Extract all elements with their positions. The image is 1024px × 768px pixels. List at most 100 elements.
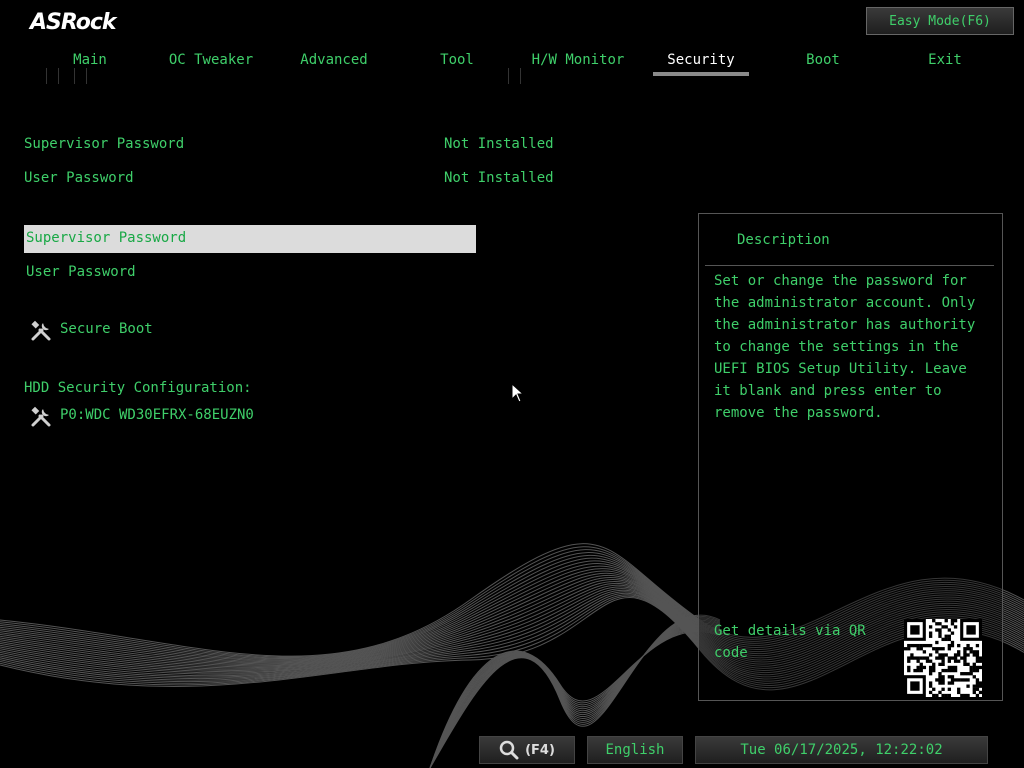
qr-module xyxy=(950,656,955,660)
qr-module xyxy=(972,675,976,679)
qr-module xyxy=(957,690,961,695)
language-button[interactable]: English xyxy=(587,736,683,764)
qr-module xyxy=(969,650,973,654)
qr-module xyxy=(969,647,973,651)
tab-oc-tweaker[interactable]: OC Tweaker xyxy=(166,52,256,78)
qr-module xyxy=(932,693,936,698)
description-panel: Description Set or change the password f… xyxy=(698,213,1003,701)
hdd-security-item[interactable]: P0:WDC WD30EFRX-68EUZN0 xyxy=(60,407,254,423)
qr-module xyxy=(941,625,945,629)
qr-module xyxy=(938,672,942,676)
qr-module xyxy=(925,656,930,660)
qr-module xyxy=(975,659,980,663)
tab-boot[interactable]: Boot xyxy=(798,52,848,78)
tab-divider xyxy=(46,68,47,84)
qr-code-icon xyxy=(904,619,983,698)
qr-module xyxy=(928,653,933,657)
qr-module xyxy=(947,693,951,698)
qr-module xyxy=(938,628,942,632)
qr-module xyxy=(910,643,914,648)
qr-module xyxy=(950,619,955,623)
tab-exit[interactable]: Exit xyxy=(920,52,970,78)
qr-module xyxy=(935,622,939,626)
qr-module xyxy=(919,665,923,670)
datetime-display: Tue 06/17/2025, 12:22:02 xyxy=(695,736,988,764)
qr-module xyxy=(947,647,951,651)
qr-module xyxy=(941,656,945,660)
qr-module xyxy=(975,665,980,670)
tab-main[interactable]: Main xyxy=(64,52,116,78)
qr-module xyxy=(966,647,970,651)
qr-module xyxy=(907,659,911,663)
tab-security[interactable]: Security xyxy=(653,52,749,78)
qr-module xyxy=(975,643,980,648)
qr-module xyxy=(953,656,958,660)
qr-finder-module xyxy=(966,625,976,635)
qr-module xyxy=(925,659,930,663)
qr-module xyxy=(947,643,951,648)
qr-module xyxy=(975,656,980,660)
supervisor-password-status-label: Supervisor Password xyxy=(24,136,185,152)
main-tabs: Main OC Tweaker Advanced Tool H/W Monito… xyxy=(0,52,1024,82)
qr-module xyxy=(944,668,948,673)
qr-module xyxy=(919,656,923,660)
qr-module xyxy=(925,643,930,648)
qr-module xyxy=(972,653,976,657)
qr-module xyxy=(972,690,976,695)
qr-module xyxy=(950,631,955,635)
tab-hw-monitor[interactable]: H/W Monitor xyxy=(530,52,626,78)
qr-module xyxy=(969,672,973,676)
qr-module xyxy=(938,675,942,679)
qr-module xyxy=(966,662,970,666)
user-password-status-value: Not Installed xyxy=(444,170,554,186)
qr-module xyxy=(938,662,942,666)
qr-module xyxy=(975,684,980,688)
qr-module xyxy=(975,693,980,698)
qr-module xyxy=(978,681,983,685)
qr-module xyxy=(950,665,955,670)
tab-tool[interactable]: Tool xyxy=(432,52,482,78)
qr-module xyxy=(922,650,927,654)
qr-module xyxy=(941,653,945,657)
qr-module xyxy=(966,693,970,698)
qr-module xyxy=(941,662,945,666)
qr-module xyxy=(944,693,948,698)
qr-module xyxy=(963,693,967,698)
qr-module xyxy=(928,681,933,685)
qr-module xyxy=(950,640,955,645)
qr-module xyxy=(919,668,923,673)
qr-module xyxy=(947,687,951,691)
qr-module xyxy=(941,687,945,691)
qr-module xyxy=(975,668,980,673)
qr-module xyxy=(953,619,958,623)
easy-mode-button[interactable]: Easy Mode(F6) xyxy=(866,7,1014,35)
user-password-item[interactable]: User Password xyxy=(26,264,136,280)
qr-module xyxy=(935,628,939,632)
qr-module xyxy=(944,637,948,642)
qr-module xyxy=(928,659,933,663)
qr-module xyxy=(953,659,958,663)
qr-module xyxy=(932,647,936,651)
qr-module xyxy=(966,672,970,676)
qr-module xyxy=(938,647,942,651)
hdd-security-heading: HDD Security Configuration: xyxy=(24,380,252,396)
qr-module xyxy=(953,678,958,682)
qr-module xyxy=(935,640,939,645)
qr-module xyxy=(972,665,976,670)
qr-module xyxy=(947,637,951,642)
qr-module xyxy=(969,665,973,670)
qr-module xyxy=(938,622,942,626)
qr-module xyxy=(935,656,939,660)
search-button[interactable]: (F4) xyxy=(479,736,575,764)
qr-module xyxy=(953,625,958,629)
tab-advanced[interactable]: Advanced xyxy=(296,52,372,78)
qr-module xyxy=(947,675,951,679)
secure-boot-item[interactable]: Secure Boot xyxy=(60,321,153,337)
tab-divider xyxy=(520,68,521,84)
tab-divider xyxy=(74,68,75,84)
qr-module xyxy=(916,659,920,663)
qr-module xyxy=(922,643,927,648)
qr-module xyxy=(957,650,961,654)
mouse-cursor-icon xyxy=(511,383,525,403)
qr-module xyxy=(916,647,920,651)
